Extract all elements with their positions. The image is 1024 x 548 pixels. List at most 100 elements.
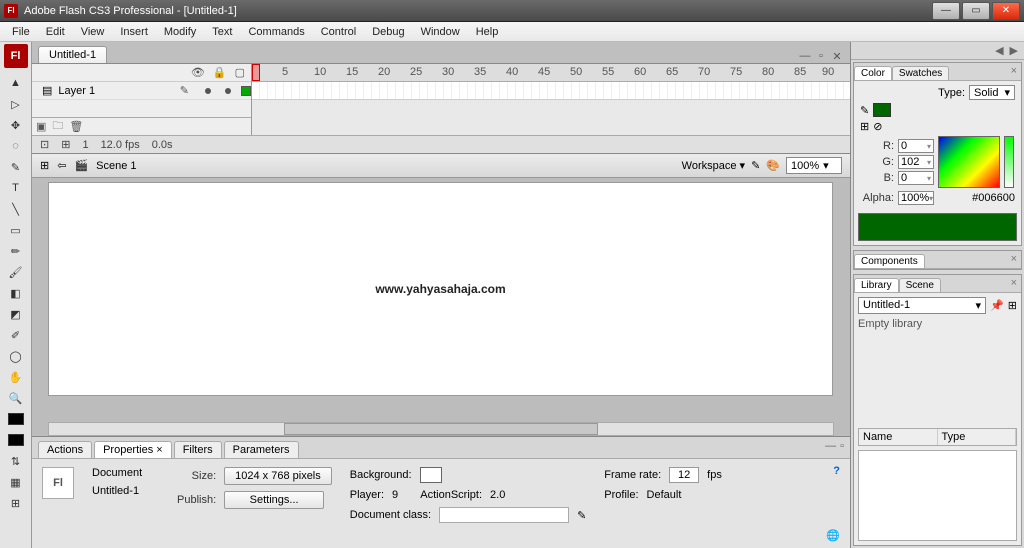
col-name[interactable]: Name — [859, 429, 938, 445]
color-spectrum[interactable] — [938, 136, 1000, 188]
show-hide-icon[interactable]: 👁 — [191, 66, 205, 79]
tab-color[interactable]: Color — [854, 66, 892, 80]
tab-scene[interactable]: Scene — [899, 278, 941, 292]
edit-scene-icon[interactable]: ⊞ — [40, 159, 49, 172]
menu-file[interactable]: File — [4, 24, 38, 40]
layer-lock-dot[interactable] — [225, 88, 231, 94]
ink-bottle-tool[interactable]: ◧ — [5, 283, 27, 303]
library-close-icon[interactable]: × — [1011, 277, 1017, 289]
menu-commands[interactable]: Commands — [240, 24, 312, 40]
hand-tool[interactable]: ✋ — [5, 367, 27, 387]
swap-icon[interactable]: ⊞ — [860, 120, 869, 133]
panel-collapse-icon[interactable]: ◀ — [995, 44, 1003, 57]
menu-debug[interactable]: Debug — [364, 24, 412, 40]
components-close-icon[interactable]: × — [1011, 253, 1017, 265]
minimize-button[interactable]: — — [932, 2, 960, 20]
tab-properties[interactable]: Properties × — [94, 441, 172, 458]
stroke-picker-icon[interactable]: ✎ — [860, 104, 869, 117]
brush-tool[interactable]: 🖌 — [5, 262, 27, 282]
edit-frames-icon[interactable]: ⊞ — [61, 138, 70, 151]
stage[interactable]: www.yahyasahaja.com — [48, 182, 833, 396]
tab-actions[interactable]: Actions — [38, 441, 92, 458]
hue-slider[interactable] — [1004, 136, 1014, 188]
doc-close-icon[interactable]: ✕ — [830, 49, 844, 63]
rectangle-tool[interactable]: ▭ — [5, 220, 27, 240]
subselection-tool[interactable]: ▷ — [5, 94, 27, 114]
onion-skin-icon[interactable]: ⊡ — [40, 138, 49, 151]
edit-class-icon[interactable]: ✎ — [577, 509, 586, 522]
free-transform-tool[interactable]: ✥ — [5, 115, 27, 135]
tab-parameters[interactable]: Parameters — [224, 441, 299, 458]
menu-help[interactable]: Help — [468, 24, 507, 40]
pin-library-icon[interactable]: 📌 — [990, 299, 1004, 312]
eyedropper-tool[interactable]: ✐ — [5, 325, 27, 345]
document-tab[interactable]: Untitled-1 — [38, 46, 107, 63]
doc-minimize-icon[interactable]: — — [798, 49, 812, 63]
maximize-button[interactable]: ▭ — [962, 2, 990, 20]
text-tool[interactable]: T — [5, 178, 27, 198]
tab-swatches[interactable]: Swatches — [892, 66, 949, 80]
panel-close-icon[interactable]: ▫ — [840, 440, 844, 452]
edit-symbol-icon[interactable]: ✎ — [751, 159, 760, 172]
new-library-icon[interactable]: ⊞ — [1008, 299, 1017, 312]
library-list[interactable] — [858, 450, 1017, 542]
zoom-select[interactable]: 100%▾ — [786, 157, 842, 174]
edit-scene-dropdown-icon[interactable]: 🎨 — [766, 159, 780, 172]
tool-options[interactable]: ▦ — [5, 472, 27, 492]
scrollbar-thumb[interactable] — [284, 423, 598, 435]
stroke-color[interactable] — [5, 409, 27, 429]
back-icon[interactable]: ⇦ — [57, 159, 66, 172]
b-input[interactable]: 0▾ — [898, 171, 934, 185]
panel-minimize-icon[interactable]: — — [825, 440, 836, 452]
swap-colors-icon[interactable]: ⇅ — [5, 451, 27, 471]
layer-outline-swatch[interactable] — [241, 86, 251, 96]
library-columns[interactable]: Name Type — [858, 428, 1017, 446]
snap-option[interactable]: ⊞ — [5, 493, 27, 513]
playhead[interactable] — [252, 64, 260, 81]
menu-control[interactable]: Control — [313, 24, 364, 40]
background-swatch[interactable] — [420, 467, 442, 483]
menu-insert[interactable]: Insert — [112, 24, 156, 40]
panel-menu-icon[interactable]: × — [1011, 65, 1017, 77]
alpha-input[interactable]: 100%▾ — [898, 191, 934, 205]
library-doc-select[interactable]: Untitled-1▾ — [858, 297, 986, 314]
scene-label[interactable]: Scene 1 — [96, 160, 136, 172]
tab-filters[interactable]: Filters — [174, 441, 222, 458]
paint-bucket-tool[interactable]: ◩ — [5, 304, 27, 324]
layer-row[interactable]: ▤ Layer 1 ✎ — [32, 82, 251, 100]
docclass-input[interactable] — [439, 507, 569, 523]
horizontal-scrollbar[interactable] — [48, 422, 834, 436]
tab-components[interactable]: Components — [854, 254, 925, 268]
outline-icon[interactable]: ▢ — [235, 66, 245, 79]
g-input[interactable]: 102▾ — [898, 155, 934, 169]
menu-modify[interactable]: Modify — [156, 24, 204, 40]
tab-library[interactable]: Library — [854, 278, 899, 292]
close-button[interactable]: ✕ — [992, 2, 1020, 20]
help-icon[interactable]: ? — [833, 465, 840, 477]
pen-tool[interactable]: ✎ — [5, 157, 27, 177]
new-folder-icon[interactable]: 🗀 — [52, 117, 63, 136]
lock-icon[interactable]: 🔒 — [213, 66, 227, 79]
menu-edit[interactable]: Edit — [38, 24, 73, 40]
col-type[interactable]: Type — [938, 429, 1017, 445]
menu-window[interactable]: Window — [413, 24, 468, 40]
framerate-input[interactable]: 12 — [669, 467, 699, 483]
menu-text[interactable]: Text — [204, 24, 240, 40]
selection-tool[interactable]: ▲ — [5, 73, 27, 93]
stage-area[interactable]: www.yahyasahaja.com — [32, 178, 850, 436]
layer-visible-dot[interactable] — [205, 88, 211, 94]
size-button[interactable]: 1024 x 768 pixels — [224, 467, 332, 485]
settings-button[interactable]: Settings... — [224, 491, 324, 509]
lasso-tool[interactable]: ◌ — [5, 136, 27, 156]
eraser-tool[interactable]: ◯ — [5, 346, 27, 366]
r-input[interactable]: 0▾ — [898, 139, 934, 153]
workspace-dropdown[interactable]: Workspace ▾ — [682, 159, 745, 172]
world-icon[interactable]: 🌐 — [826, 529, 840, 542]
fill-color[interactable] — [5, 430, 27, 450]
line-tool[interactable]: ╲ — [5, 199, 27, 219]
no-color-icon[interactable]: ⊘ — [873, 120, 882, 133]
panel-expand-icon[interactable]: ▶ — [1010, 44, 1018, 57]
fill-swatch[interactable] — [873, 103, 891, 117]
doc-restore-icon[interactable]: ▫ — [814, 49, 828, 63]
pencil-tool[interactable]: ✏ — [5, 241, 27, 261]
